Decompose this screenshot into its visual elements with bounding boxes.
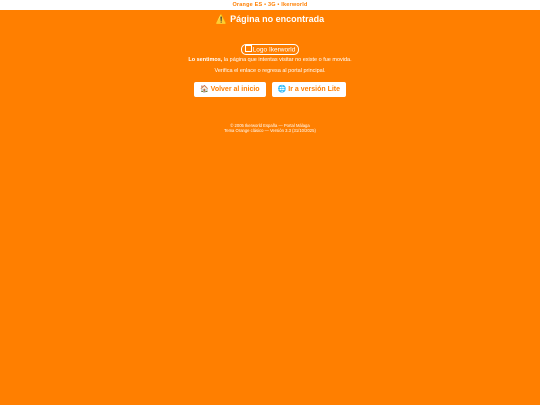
- error-hint: Verifica el enlace o regresa al portal p…: [214, 68, 326, 74]
- page-title-text: Página no encontrada: [230, 14, 325, 24]
- error-message: Lo sentimos, la página que intentas visi…: [0, 56, 540, 64]
- logo-container: Logo Ikerworld: [0, 38, 540, 55]
- top-status-bar: Orange ES • 3G • Ikerworld: [0, 0, 540, 10]
- error-message-text: la página que intentas visitar no existe…: [222, 57, 352, 63]
- footer-version: Tema Orange clásico — Versión 3.3 (31/10…: [224, 128, 316, 133]
- error-message-bold: Lo sentimos,: [188, 57, 223, 63]
- page-title: ⚠️ Página no encontrada: [0, 13, 540, 25]
- warning-icon: ⚠️: [215, 14, 228, 24]
- broken-image-icon: [244, 44, 252, 52]
- house-icon: 🏠: [199, 86, 209, 93]
- home-button-label: Volver al inicio: [210, 86, 260, 93]
- main-content: ⚠️ Página no encontrada Logo Ikerworld Lo…: [0, 13, 540, 133]
- footer: © 2005 Ikerworld España — Portal Málaga …: [0, 123, 540, 133]
- action-buttons: 🏠 Volver al inicio 🌐 Ir a versión Lite: [0, 82, 540, 97]
- top-status-text: Orange ES • 3G • Ikerworld: [232, 2, 308, 8]
- lite-button-label: Ir a versión Lite: [288, 86, 341, 93]
- home-button[interactable]: 🏠 Volver al inicio: [193, 82, 266, 97]
- site-logo[interactable]: Logo Ikerworld: [240, 43, 300, 55]
- logo-alt-text: Logo Ikerworld: [252, 46, 296, 53]
- lite-version-button[interactable]: 🌐 Ir a versión Lite: [271, 82, 347, 97]
- globe-icon: 🌐: [277, 86, 287, 93]
